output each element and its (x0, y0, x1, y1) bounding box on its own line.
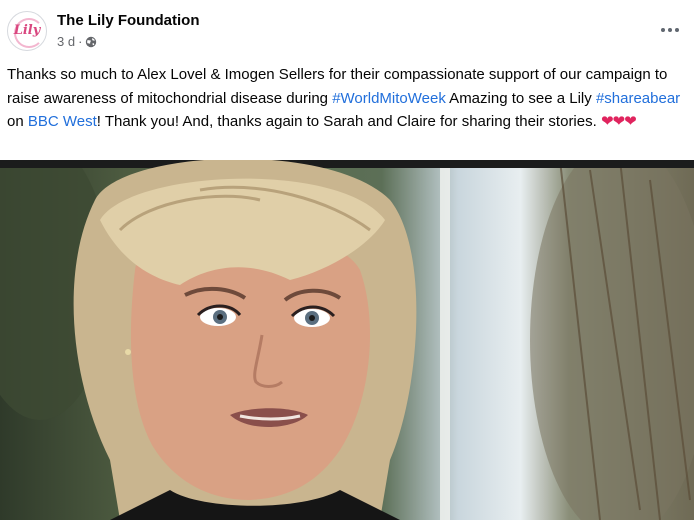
red-hearts-emoji: ❤❤❤ (600, 113, 637, 130)
meta-separator: · (78, 34, 83, 49)
more-options-icon-dot (661, 28, 665, 32)
post-timestamp[interactable]: 3 d (57, 34, 75, 49)
page-name-link[interactable]: The Lily Foundation (57, 12, 200, 29)
facebook-post: Lily The Lily Foundation 3 d · Thanks so… (0, 0, 694, 520)
post-text-part-3: on (7, 113, 28, 130)
bbc-west-link[interactable]: BBC West (28, 113, 97, 130)
hashtag-shareabear-link[interactable]: #shareabear (596, 90, 680, 107)
more-options-button[interactable] (658, 18, 682, 42)
post-meta: 3 d · (57, 34, 97, 49)
globe-icon[interactable] (85, 36, 97, 48)
avatar-logo-text: Lily (13, 23, 41, 38)
post-text-part-2: Amazing to see a Lily (445, 89, 596, 107)
more-options-icon-dot (675, 28, 679, 32)
more-options-icon-dot (668, 28, 672, 32)
hashtag-worldmitoweek-link[interactable]: #WorldMitoWeek (332, 90, 446, 107)
post-photo[interactable] (0, 160, 694, 520)
page-avatar[interactable]: Lily (7, 11, 47, 51)
post-text: Thanks so much to Alex Lovel & Imogen Se… (7, 63, 691, 134)
post-header: Lily The Lily Foundation 3 d · (0, 0, 694, 60)
post-text-part-4: ! Thank you! And, thanks again to Sarah … (96, 113, 601, 130)
photo-illustration (0, 160, 694, 520)
